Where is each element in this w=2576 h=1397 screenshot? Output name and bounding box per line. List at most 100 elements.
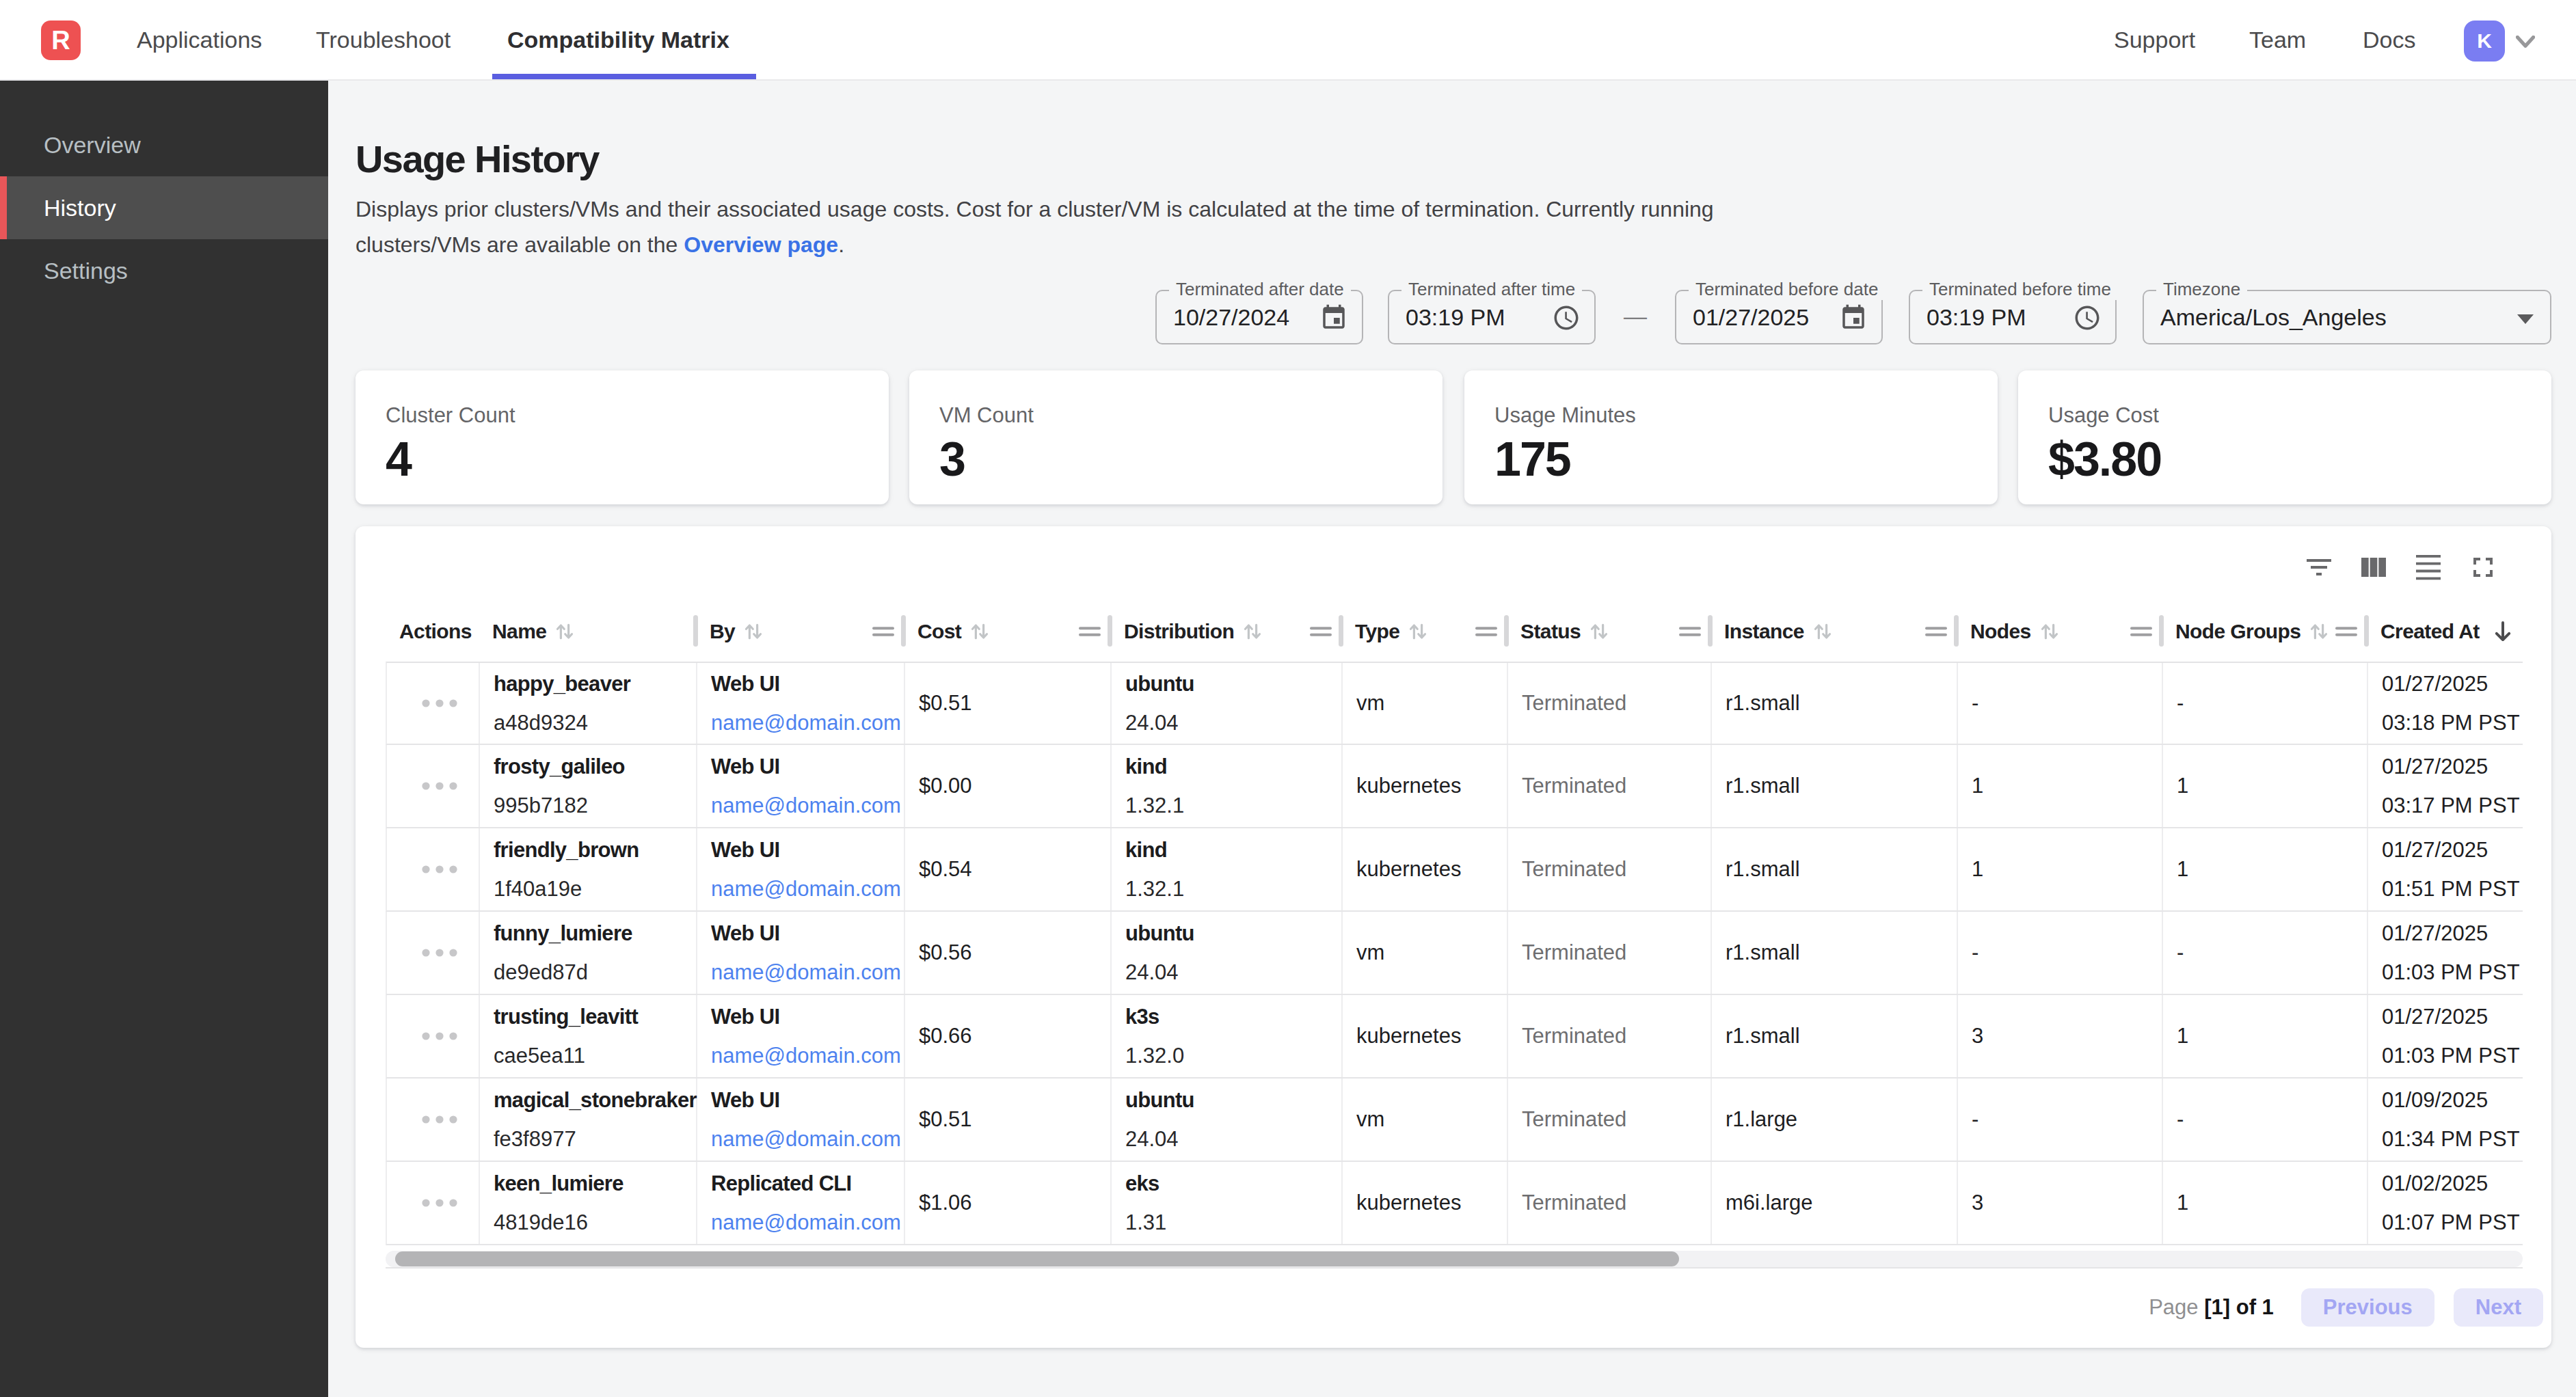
created-by-email-link[interactable]: name@domain.com	[711, 869, 904, 908]
chevron-down-icon[interactable]	[2516, 36, 2535, 49]
timezone-value[interactable]: America/Los_Angeles	[2160, 291, 2387, 343]
fullscreen-icon[interactable]	[2467, 551, 2499, 584]
sidebar-item-settings[interactable]: Settings	[0, 239, 328, 302]
nav-item-support[interactable]: Support	[2114, 0, 2195, 81]
row-actions-menu-icon[interactable]	[419, 698, 460, 709]
cell-actions[interactable]	[387, 663, 480, 744]
nav-item-team[interactable]: Team	[2249, 0, 2306, 81]
calendar-icon[interactable]	[1319, 303, 1348, 332]
row-actions-menu-icon[interactable]	[419, 1031, 460, 1042]
terminated-after-date-value[interactable]: 10/27/2024	[1173, 291, 1289, 343]
user-avatar[interactable]: K	[2464, 21, 2505, 62]
clock-icon[interactable]	[1552, 303, 1581, 332]
column-header-type[interactable]: Type	[1341, 601, 1507, 662]
column-drag-handle-icon[interactable]	[1079, 621, 1101, 642]
column-header-created-at[interactable]: Created At	[2367, 601, 2523, 662]
sort-icon[interactable]	[969, 621, 990, 642]
column-header-node-groups[interactable]: Node Groups	[2162, 601, 2367, 662]
created-by-email-link[interactable]: name@domain.com	[711, 786, 904, 825]
row-actions-menu-icon[interactable]	[419, 1197, 460, 1208]
column-drag-handle-icon[interactable]	[2335, 621, 2357, 642]
created-by-email-link[interactable]: name@domain.com	[711, 703, 904, 742]
sort-icon[interactable]	[1408, 621, 1428, 642]
column-resize-handle[interactable]	[1339, 615, 1343, 647]
node-groups-value: 1	[2177, 1024, 2367, 1048]
column-drag-handle-icon[interactable]	[1925, 621, 1947, 642]
sidebar-item-overview[interactable]: Overview	[0, 113, 328, 176]
sort-icon[interactable]	[2039, 621, 2060, 642]
replicated-logo[interactable]: R	[41, 21, 81, 60]
created-by-email-link[interactable]: name@domain.com	[711, 1120, 904, 1158]
column-resize-handle[interactable]	[1504, 615, 1509, 647]
created-by-email-link[interactable]: name@domain.com	[711, 1203, 904, 1242]
row-actions-menu-icon[interactable]	[419, 1114, 460, 1125]
density-icon[interactable]	[2412, 551, 2445, 584]
terminated-after-time-value[interactable]: 03:19 PM	[1406, 291, 1505, 343]
cell-actions[interactable]	[387, 1162, 480, 1244]
cell-distribution: eks 1.31	[1112, 1162, 1343, 1244]
cluster-name: trusting_leavitt	[494, 997, 696, 1036]
row-actions-menu-icon[interactable]	[419, 864, 460, 875]
clock-icon[interactable]	[2073, 303, 2102, 332]
scrollbar-thumb[interactable]	[395, 1251, 1679, 1266]
column-header-cost[interactable]: Cost	[904, 601, 1110, 662]
column-drag-handle-icon[interactable]	[1475, 621, 1497, 642]
calendar-icon[interactable]	[1839, 303, 1868, 332]
cell-actions[interactable]	[387, 1079, 480, 1161]
created-by-email-link[interactable]: name@domain.com	[711, 1036, 904, 1075]
sort-icon[interactable]	[743, 621, 764, 642]
column-drag-handle-icon[interactable]	[1310, 621, 1332, 642]
sort-icon[interactable]	[1242, 621, 1263, 642]
nav-item-troubleshoot[interactable]: Troubleshoot	[316, 0, 451, 81]
sorted-descending-icon[interactable]	[2491, 619, 2515, 644]
previous-page-button[interactable]: Previous	[2301, 1288, 2434, 1327]
terminated-before-date-value[interactable]: 01/27/2025	[1693, 291, 1809, 343]
cell-actions[interactable]	[387, 828, 480, 910]
column-drag-handle-icon[interactable]	[872, 621, 894, 642]
terminated-after-time-field[interactable]: Terminated after time 03:19 PM	[1388, 290, 1596, 344]
timezone-select[interactable]: Timezone America/Los_Angeles	[2143, 290, 2551, 344]
cell-actions[interactable]	[387, 912, 480, 994]
column-header-by[interactable]: By	[696, 601, 904, 662]
filter-icon[interactable]	[2303, 551, 2335, 584]
nav-item-compatibility-matrix[interactable]: Compatibility Matrix	[507, 0, 729, 81]
overview-page-link[interactable]: Overview page	[684, 232, 838, 257]
column-header-distribution[interactable]: Distribution	[1110, 601, 1341, 662]
created-date: 01/27/2025	[2382, 830, 2524, 869]
dropdown-arrow-icon[interactable]	[2517, 314, 2534, 324]
horizontal-scrollbar[interactable]	[386, 1251, 2523, 1267]
column-drag-handle-icon[interactable]	[2130, 621, 2152, 642]
instance-value: r1.small	[1726, 940, 1957, 965]
column-header-instance[interactable]: Instance	[1710, 601, 1957, 662]
column-resize-handle[interactable]	[1108, 615, 1112, 647]
sidebar-item-history[interactable]: History	[0, 176, 328, 239]
row-actions-menu-icon[interactable]	[419, 947, 460, 958]
column-resize-handle[interactable]	[693, 615, 698, 647]
terminated-before-time-value[interactable]: 03:19 PM	[1927, 291, 2026, 343]
cell-actions[interactable]	[387, 745, 480, 827]
row-actions-menu-icon[interactable]	[419, 781, 460, 791]
sort-icon[interactable]	[2309, 621, 2329, 642]
column-header-status[interactable]: Status	[1507, 601, 1710, 662]
column-header-name[interactable]: Name	[479, 601, 696, 662]
cell-actions[interactable]	[387, 995, 480, 1077]
created-by-email-link[interactable]: name@domain.com	[711, 953, 904, 992]
column-resize-handle[interactable]	[1954, 615, 1959, 647]
column-resize-handle[interactable]	[901, 615, 906, 647]
sort-icon[interactable]	[554, 621, 575, 642]
column-resize-handle[interactable]	[2159, 615, 2164, 647]
column-resize-handle[interactable]	[2364, 615, 2369, 647]
nav-item-applications[interactable]: Applications	[137, 0, 262, 81]
cluster-name: happy_beaver	[494, 664, 696, 703]
column-drag-handle-icon[interactable]	[1679, 621, 1701, 642]
sort-icon[interactable]	[1589, 621, 1609, 642]
next-page-button[interactable]: Next	[2454, 1288, 2543, 1327]
terminated-before-time-field[interactable]: Terminated before time 03:19 PM	[1909, 290, 2117, 344]
column-header-nodes[interactable]: Nodes	[1957, 601, 2162, 662]
sort-icon[interactable]	[1812, 621, 1833, 642]
nav-item-docs[interactable]: Docs	[2363, 0, 2415, 81]
column-resize-handle[interactable]	[1708, 615, 1713, 647]
terminated-after-date-field[interactable]: Terminated after date 10/27/2024	[1155, 290, 1363, 344]
show-hide-columns-icon[interactable]	[2357, 551, 2390, 584]
terminated-before-date-field[interactable]: Terminated before date 01/27/2025	[1675, 290, 1883, 344]
